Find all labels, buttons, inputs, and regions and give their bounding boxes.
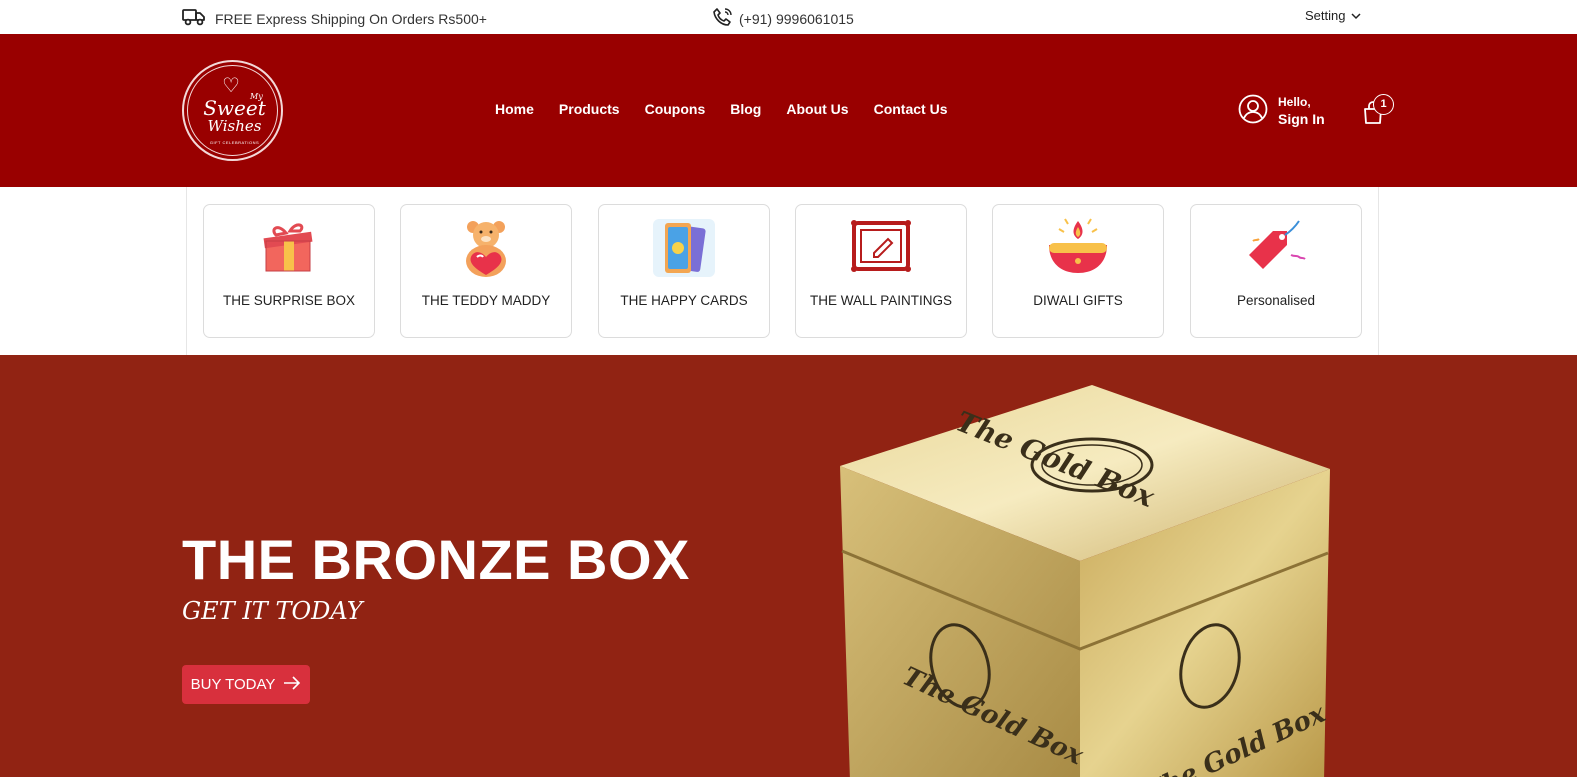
- gold-box-image: The Gold Box The Gold Box The Gold Box: [830, 381, 1340, 777]
- category-strip: THE SURPRISE BOX THE TEDDY MADDY THE HAP…: [186, 187, 1379, 355]
- nav-products[interactable]: Products: [559, 101, 620, 117]
- category-label: THE SURPRISE BOX: [222, 293, 356, 308]
- buy-today-button[interactable]: BUY TODAY: [182, 665, 310, 704]
- buy-today-label: BUY TODAY: [190, 676, 276, 693]
- nav-home[interactable]: Home: [495, 101, 534, 117]
- phone-icon: [712, 7, 734, 30]
- category-label: THE HAPPY CARDS: [620, 293, 748, 308]
- shipping-text: FREE Express Shipping On Orders Rs500+: [215, 10, 487, 27]
- logo-sweet: Sweet: [203, 96, 266, 120]
- account-sign-in[interactable]: Hello, Sign In: [1238, 94, 1325, 129]
- gift-box-icon: [256, 215, 322, 281]
- site-logo[interactable]: ♡ My Sweet Wishes GIFT CELEBRATIONS: [182, 60, 283, 161]
- setting-dropdown[interactable]: Setting: [1305, 8, 1362, 23]
- nav-coupons[interactable]: Coupons: [645, 101, 706, 117]
- chevron-down-icon: [1351, 8, 1362, 23]
- arrow-right-icon: [283, 675, 301, 694]
- category-card-happy-cards[interactable]: THE HAPPY CARDS: [598, 204, 770, 338]
- logo-tagline: GIFT CELEBRATIONS: [209, 140, 260, 145]
- shipping-info: FREE Express Shipping On Orders Rs500+: [182, 7, 487, 30]
- main-header: ♡ My Sweet Wishes GIFT CELEBRATIONS Home…: [0, 34, 1577, 187]
- category-label: THE WALL PAINTINGS: [809, 293, 953, 308]
- painting-frame-icon: [848, 215, 914, 281]
- truck-icon: [182, 7, 206, 30]
- nav-blog[interactable]: Blog: [730, 101, 761, 117]
- nav-contact-us[interactable]: Contact Us: [874, 101, 948, 117]
- top-bar: FREE Express Shipping On Orders Rs500+ (…: [0, 0, 1577, 34]
- setting-label: Setting: [1305, 8, 1346, 23]
- category-card-wall-paintings[interactable]: THE WALL PAINTINGS: [795, 204, 967, 338]
- account-greeting: Hello,: [1278, 94, 1311, 109]
- teddy-bear-icon: [453, 215, 519, 281]
- diya-lamp-icon: [1045, 215, 1111, 281]
- logo-wishes: Wishes: [207, 117, 262, 135]
- phone-number: (+91) 9996061015: [739, 10, 854, 27]
- heart-icon: ♡: [222, 75, 240, 97]
- phone-info[interactable]: (+91) 9996061015: [712, 7, 854, 30]
- hero-banner: THE BRONZE BOX GET IT TODAY BUY TODAY Th…: [0, 355, 1577, 777]
- category-card-surprise-box[interactable]: THE SURPRISE BOX: [203, 204, 375, 338]
- user-icon: [1238, 94, 1268, 129]
- account-sign-in-label: Sign In: [1278, 110, 1325, 127]
- logo-my: My: [250, 92, 263, 101]
- category-card-diwali-gifts[interactable]: DIWALI GIFTS: [992, 204, 1164, 338]
- hero-title: THE BRONZE BOX: [182, 528, 690, 591]
- cart-button[interactable]: 1: [1361, 94, 1395, 128]
- category-label: DIWALI GIFTS: [1033, 293, 1123, 308]
- category-card-personalised[interactable]: Personalised: [1190, 204, 1362, 338]
- category-label: THE TEDDY MADDY: [421, 293, 551, 308]
- gift-tag-icon: [1243, 215, 1309, 281]
- hero-subtitle: GET IT TODAY: [182, 597, 363, 625]
- category-card-teddy-maddy[interactable]: THE TEDDY MADDY: [400, 204, 572, 338]
- nav-about-us[interactable]: About Us: [786, 101, 848, 117]
- category-label: Personalised: [1236, 293, 1316, 308]
- cart-count-badge: 1: [1373, 94, 1394, 115]
- main-nav: Home Products Coupons Blog About Us Cont…: [495, 101, 972, 117]
- cards-icon: [651, 215, 717, 281]
